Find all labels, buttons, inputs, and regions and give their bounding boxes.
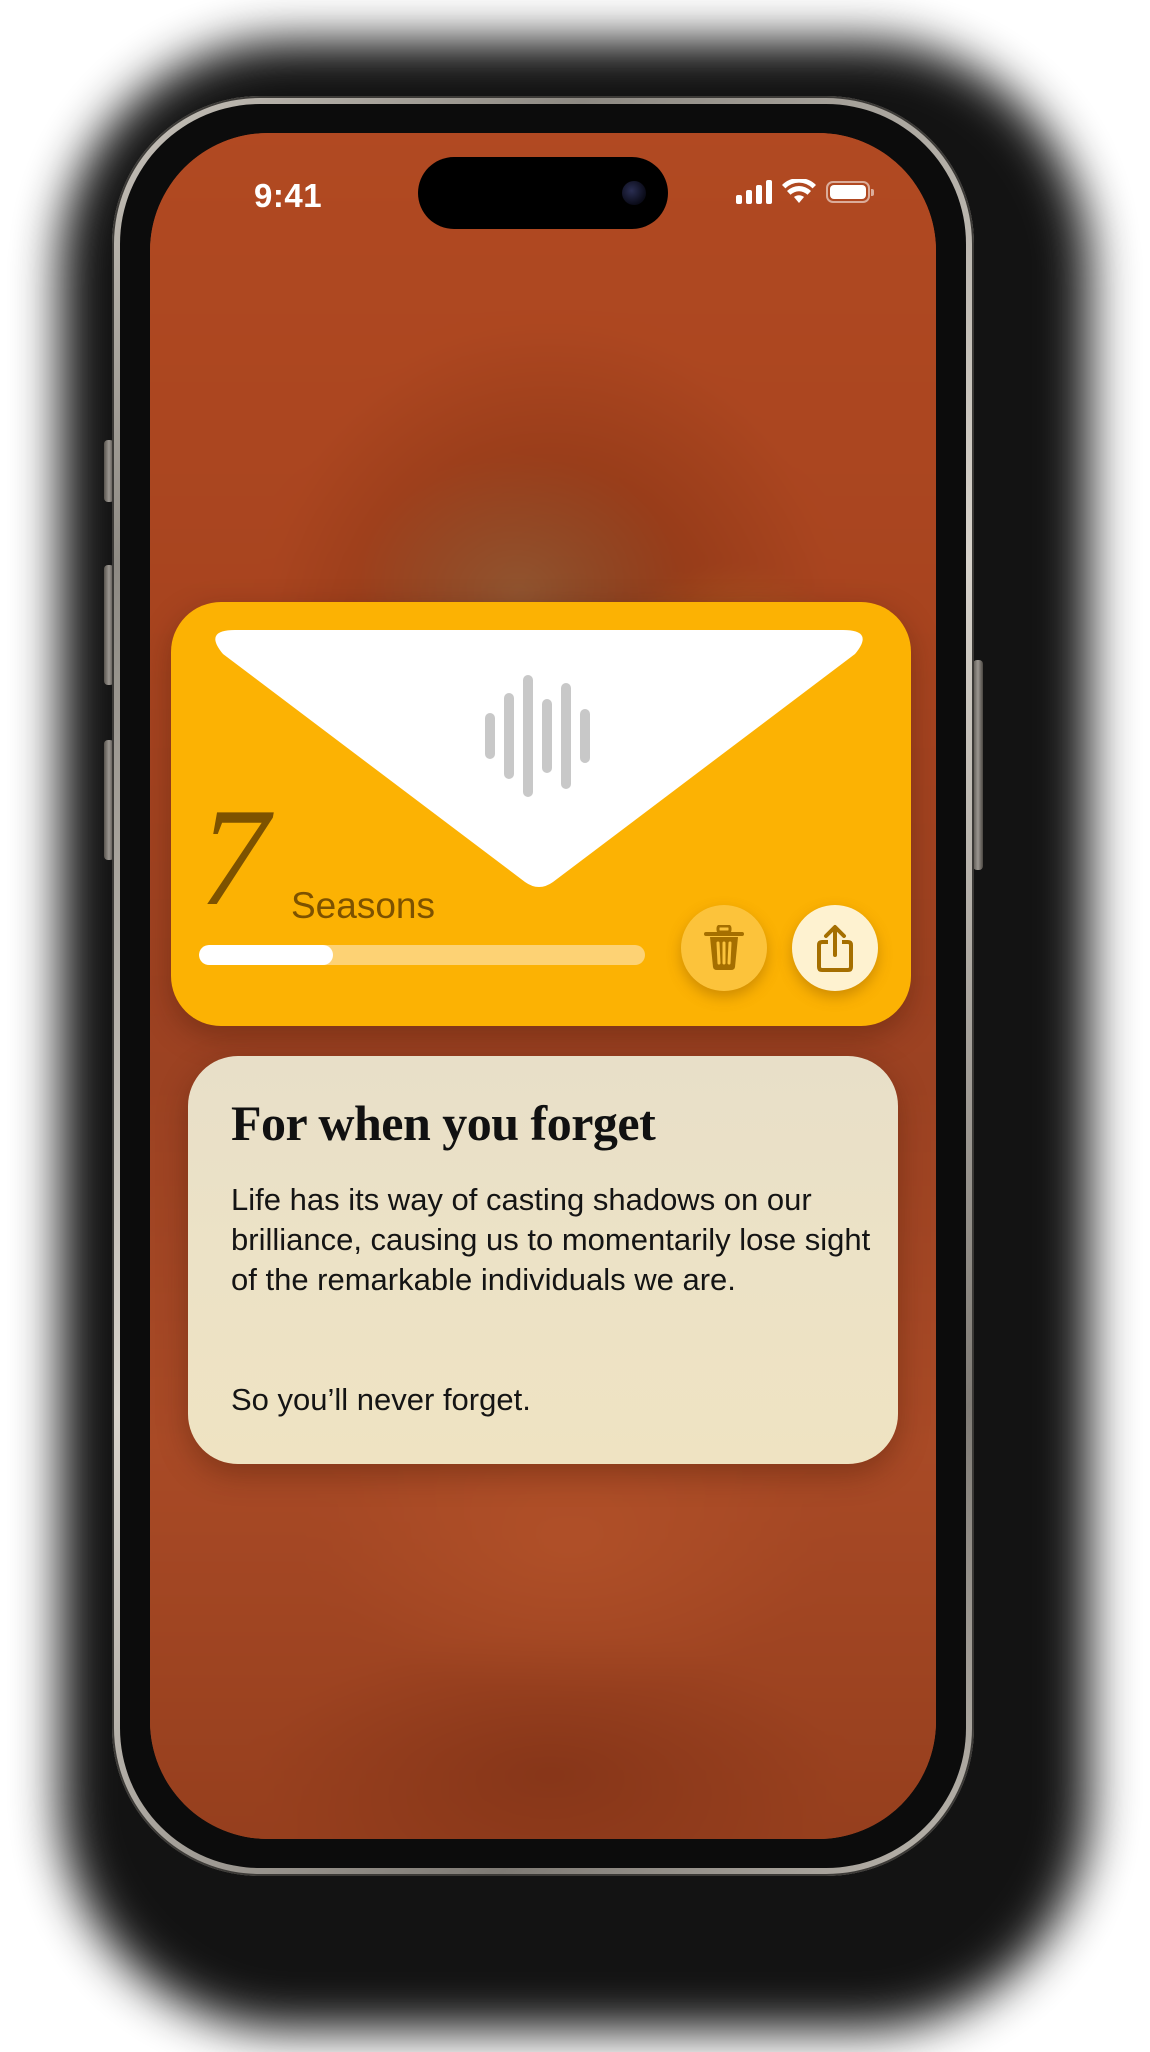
note-title: For when you forget: [231, 1095, 656, 1151]
cellular-signal-icon: [736, 180, 772, 204]
delete-button[interactable]: [681, 905, 767, 991]
share-icon: [817, 925, 853, 972]
status-bar: 9:41: [150, 171, 936, 221]
battery-fill: [830, 185, 866, 199]
share-button[interactable]: [792, 905, 878, 991]
season-count-label: Seasons: [291, 885, 435, 926]
note-card: For when you forget Life has its way of …: [188, 1056, 898, 1464]
progress-bar: [199, 945, 645, 965]
envelope-card[interactable]: 7 Seasons: [171, 602, 911, 1026]
phone-screen: 9:41 7 Seasons For when you forget Life …: [150, 133, 936, 1839]
power-button: [973, 660, 983, 870]
trash-icon: [704, 925, 744, 970]
battery-icon: [826, 181, 874, 203]
note-closing: So you’ll never forget.: [231, 1382, 531, 1417]
device-mockup: 9:41 7 Seasons For when you forget Life …: [0, 0, 1150, 2052]
waveform-icon[interactable]: [482, 674, 596, 798]
note-body: Life has its way of casting shadows on o…: [231, 1182, 871, 1297]
battery-nub: [871, 189, 874, 196]
progress-fill: [199, 945, 333, 965]
wifi-icon: [782, 179, 816, 203]
status-time: 9:41: [254, 177, 323, 214]
status-icons: [736, 179, 874, 205]
season-count: 7: [199, 780, 269, 935]
